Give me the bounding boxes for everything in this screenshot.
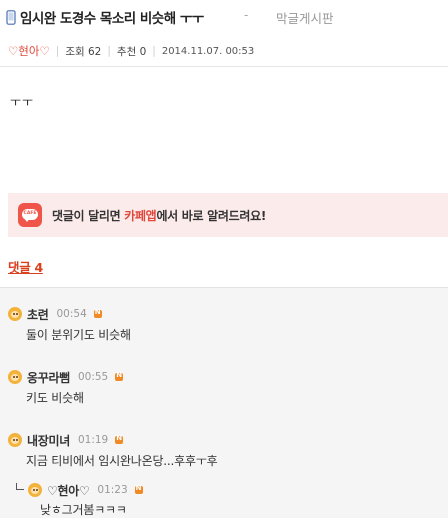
views-label: 조회 [65,45,85,58]
avatar-icon [8,433,22,447]
new-badge-icon [115,371,124,381]
new-badge-icon [93,308,102,318]
comment-author[interactable]: 옹꾸라뻠 [27,369,70,386]
cafe-banner-text-pre: 댓글이 달리면 [52,208,125,223]
recommend-count: 0 [139,45,147,58]
new-badge-icon [134,484,143,494]
views-stat: 조회 62 [65,44,101,59]
header-divider [0,66,448,67]
recommend-label: 추천 [116,45,137,58]
meta-divider: | [152,45,156,57]
comment-count-link[interactable]: 댓글 4 [8,257,43,276]
views-count: 62 [88,45,102,58]
board-name-link[interactable]: 막글게시판 [276,8,334,27]
cafe-banner-text-post: 에서 바로 알려드려요! [156,208,267,223]
comment-text: 둘이 분위기도 비슷해 [26,328,131,342]
cafe-banner-app-name: 카페앱 [124,208,157,223]
reply-arrow-icon [16,483,24,490]
recommend-stat: 추천 0 [117,44,146,59]
title-separator: - [244,8,249,22]
cafe-banner-message: 댓글이 달리면 카페앱에서 바로 알려드려요! [52,207,266,224]
comment-text: 지금 티비에서 임시완나온당...후후ㅜ후 [26,454,218,468]
comment-author[interactable]: 초련 [27,306,49,323]
comment-time: 01:23 [97,484,128,496]
avatar-icon [8,307,22,321]
post-title-bar: 임시완 도경수 목소리 비슷해 ㅜㅜ [0,0,448,34]
meta-divider: | [107,45,111,57]
comment-author[interactable]: 내장미녀 [27,432,70,449]
comment-time: 00:54 [56,308,87,320]
cafe-app-banner[interactable]: CAFE 댓글이 달리면 카페앱에서 바로 알려드려요! [8,193,448,237]
post-title: 임시완 도경수 목소리 비슷해 ㅜㅜ [20,11,204,27]
post-meta: ♡현아♡ | 조회 62 | 추천 0 | 2014.11.07. 00:53 [0,38,448,64]
comment-header: 초련 00:54 [8,306,102,322]
comment-time: 01:19 [77,434,109,446]
cafe-app-icon: CAFE [18,203,42,227]
post-body: ㅜㅜ [10,95,35,109]
cafe-icon-label: CAFE [23,211,37,216]
avatar-icon [8,370,22,384]
mobile-phone-icon [6,9,16,25]
comment-list: 초련 00:54 둘이 분위기도 비슷해 옹꾸라뻠 00:55 키도 비슷해 내… [0,287,448,518]
post-author[interactable]: ♡현아♡ [8,43,50,59]
meta-divider: | [55,45,60,57]
comment-header: 내장미녀 01:19 [8,432,124,449]
comment-header: ♡현아♡ 01:23 [28,482,143,498]
post-date: 2014.11.07. 00:53 [161,45,255,57]
comment-text: 키도 비슷해 [26,391,84,405]
comment-text: 낮ㅎ그거봄ㅋㅋㅋ [40,503,127,517]
new-badge-icon [115,434,124,444]
comment-author[interactable]: ♡현아♡ [47,482,90,499]
comment-time: 00:55 [77,371,109,383]
avatar-icon [28,483,42,497]
comment-header: 옹꾸라뻠 00:55 [8,369,124,386]
